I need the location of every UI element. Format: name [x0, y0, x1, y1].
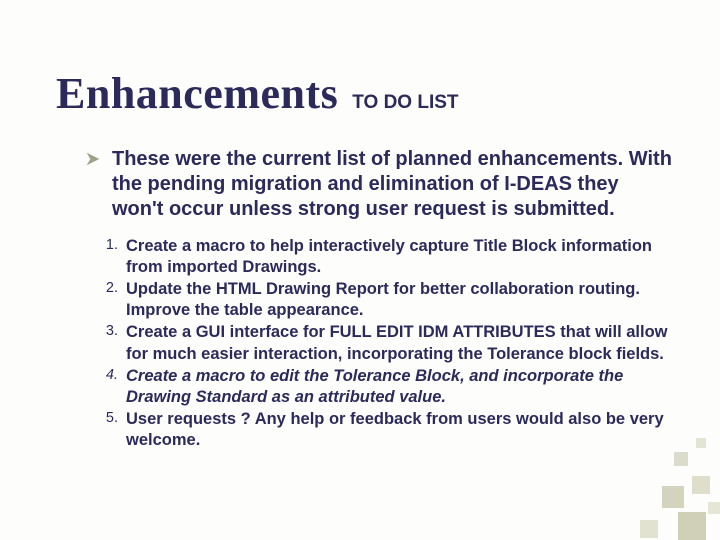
- numbered-list: 1. Create a macro to help interactively …: [96, 236, 674, 451]
- item-text: Create a GUI interface for FULL EDIT IDM…: [126, 322, 674, 364]
- slide: Enhancements TO DO LIST These were the c…: [0, 0, 720, 451]
- list-item: 4. Create a macro to edit the Tolerance …: [96, 366, 674, 408]
- item-number: 1.: [96, 236, 118, 255]
- list-item: 2. Update the HTML Drawing Report for be…: [96, 279, 674, 321]
- item-text: Create a macro to help interactively cap…: [126, 236, 674, 278]
- item-text: Update the HTML Drawing Report for bette…: [126, 279, 674, 321]
- intro-text: These were the current list of planned e…: [112, 147, 674, 222]
- item-number: 3.: [96, 322, 118, 341]
- item-number: 4.: [96, 366, 118, 385]
- list-item: 3. Create a GUI interface for FULL EDIT …: [96, 322, 674, 364]
- arrow-icon: [84, 150, 102, 168]
- title-main: Enhancements: [56, 68, 338, 119]
- item-text: Create a macro to edit the Tolerance Blo…: [126, 366, 674, 408]
- item-number: 2.: [96, 279, 118, 298]
- list-item: 5. User requests ? Any help or feedback …: [96, 409, 674, 451]
- item-number: 5.: [96, 409, 118, 428]
- item-text: User requests ? Any help or feedback fro…: [126, 409, 674, 451]
- list-item: 1. Create a macro to help interactively …: [96, 236, 674, 278]
- title-sub: TO DO LIST: [352, 92, 458, 114]
- title-row: Enhancements TO DO LIST: [56, 68, 674, 119]
- intro-bullet: These were the current list of planned e…: [84, 147, 674, 222]
